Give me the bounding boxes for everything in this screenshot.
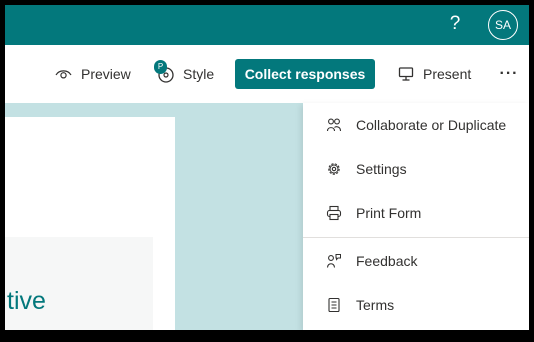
printer-icon [326,205,342,221]
menu-item-label: Settings [356,161,407,177]
app-header: ? SA [5,5,529,45]
help-icon[interactable]: ? [445,12,465,36]
preview-button[interactable]: Preview [55,45,131,103]
form-toolbar: Preview P Style Collect responses Presen… [5,45,529,103]
menu-item-settings[interactable]: Settings [303,147,529,191]
style-badge: P [154,60,167,74]
more-options-menu: Collaborate or Duplicate Settings Print … [303,103,529,330]
form-title: tive [7,287,46,315]
menu-item-label: Terms [356,297,395,313]
eye-icon [55,68,72,80]
menu-item-collaborate[interactable]: Collaborate or Duplicate [303,103,529,147]
menu-item-terms[interactable]: Terms [303,283,529,327]
style-label: Style [183,66,215,82]
document-icon [326,297,342,313]
menu-item-print-form[interactable]: Print Form [303,191,529,235]
present-button[interactable]: Present [398,45,471,103]
collect-responses-button[interactable]: Collect responses [235,59,375,89]
preview-label: Preview [81,66,131,82]
feedback-icon [326,253,342,269]
palette-icon: P [154,60,176,85]
present-label: Present [423,66,472,82]
menu-item-label: Collaborate or Duplicate [356,117,507,133]
menu-divider [303,237,529,238]
form-title-box[interactable]: tive [5,237,153,330]
screenshot-frame: ? SA Preview P Style Collect responses P… [0,0,534,342]
forms-window: ? SA Preview P Style Collect responses P… [5,5,529,330]
menu-item-label: Print Form [356,205,422,221]
menu-item-feedback[interactable]: Feedback [303,239,529,283]
monitor-icon [398,66,414,82]
people-icon [326,117,342,133]
gear-icon [326,161,342,177]
avatar[interactable]: SA [488,10,518,40]
menu-item-label: Feedback [356,253,418,269]
more-options-button[interactable]: ··· [495,45,523,103]
form-card: tive [5,117,175,330]
style-button[interactable]: P Style [154,45,214,103]
